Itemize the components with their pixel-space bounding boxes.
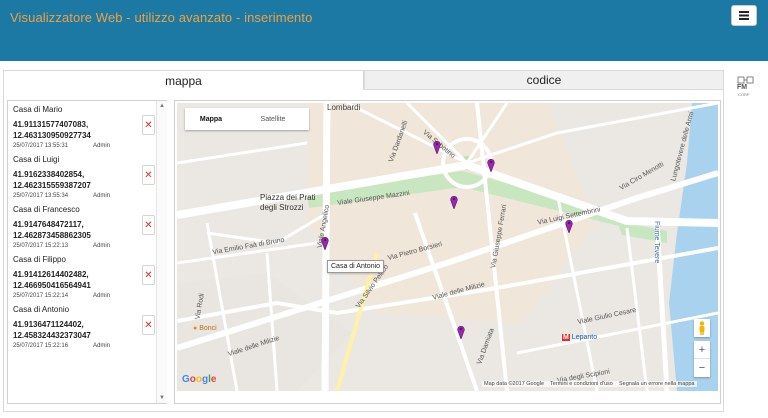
location-date: 25/07/2017 15:22:14 [13,293,69,299]
close-icon: ✕ [144,219,153,231]
poi-lepanto-label: Lepanto [571,334,598,341]
map-type-satellite[interactable]: Satellite [237,108,309,130]
delete-button[interactable]: ✕ [142,115,155,135]
close-icon: ✕ [144,319,153,331]
location-name: Casa di Filippo [13,255,66,264]
map-pin-antonio[interactable] [321,236,329,250]
location-date: 25/07/2017 13:55:34 [13,193,69,199]
location-user: Admin [93,143,111,149]
delete-button[interactable]: ✕ [142,265,155,285]
location-coords: 41.9162338402854, 12.462315559387207 [13,170,91,190]
scroll-up-icon[interactable]: ▲ [159,103,165,109]
map-type-control: Mappa Satellite [185,108,309,130]
menu-button[interactable] [731,5,757,26]
zoom-in-button[interactable]: + [694,341,710,359]
location-user: Admin [93,343,111,349]
list-item: Casa di Francesco 41.9147648472117, 12.4… [13,205,155,253]
location-name: Casa di Luigi [13,155,60,164]
street-view-pegman[interactable] [694,319,710,337]
tab-codice[interactable]: codice [364,70,724,90]
marker-tooltip: Casa di Antonio [327,260,385,273]
location-name: Casa di Antonio [13,305,70,314]
locations-list[interactable]: Casa di Mario 41.91131577407083, 12.4631… [7,100,167,404]
location-date: 25/07/2017 15:22:13 [13,243,69,249]
map-pin-mario[interactable] [433,140,441,154]
zoom-out-button[interactable]: − [694,359,710,377]
logo-subtext: CORP [738,92,750,97]
location-date: 25/07/2017 13:55:31 [13,143,69,149]
list-item: Casa di Antonio 41.9136471124402, 12.458… [13,305,155,353]
map-pin[interactable] [457,325,465,339]
delete-button[interactable]: ✕ [142,315,155,335]
location-coords: 41.91412614402482, 12.466950416564941 [13,270,91,290]
map-pin-luigi[interactable] [487,158,495,172]
close-icon: ✕ [144,269,153,281]
map-report-link[interactable]: Segnala un errore nella mappa [619,381,695,387]
poi-lepanto: M Lepanto [562,334,598,341]
poi-bonci-label: Bonci [199,325,217,332]
place-label-piazza: Piazza dei Prati degli Strozzi [260,193,316,212]
map-pin-francesco[interactable] [450,195,458,209]
hamburger-menu-icon [739,11,749,20]
map-terms-link[interactable]: Termini e condizioni d'uso [550,381,613,387]
app-title: Visualizzatore Web - utilizzo avanzato -… [10,10,313,25]
delete-button[interactable]: ✕ [142,215,155,235]
logo-text: FM [737,84,748,91]
list-scrollbar[interactable]: ▲ ▼ [156,101,167,403]
location-user: Admin [93,243,111,249]
google-logo: Google [182,374,217,385]
list-item: Casa di Luigi 41.9162338402854, 12.46231… [13,155,155,203]
tab-mappa[interactable]: mappa [3,70,364,90]
map-pin-filippo[interactable] [565,219,573,233]
map-data-text: Map data ©2017 Google [484,381,545,387]
location-date: 25/07/2017 15:22:16 [13,343,69,349]
location-coords: 41.9147648472117, 12.462873458862305 [13,220,91,240]
location-coords: 41.9136471124402, 12.458324432373047 [13,320,91,340]
poi-bonci: ● Bonci [193,325,217,332]
close-icon: ✕ [144,119,153,131]
location-user: Admin [93,293,111,299]
location-name: Casa di Mario [13,105,63,114]
tab-bar: mappa codice [3,70,724,90]
map-canvas[interactable]: Mappa Satellite Lombardi Piazza dei Prat… [177,103,718,391]
app-header: Visualizzatore Web - utilizzo avanzato -… [0,0,768,61]
zoom-control: + − [694,341,710,377]
list-item: Casa di Mario 41.91131577407083, 12.4631… [13,105,155,153]
place-label-tevere: Fiume Tevere [653,221,660,264]
location-user: Admin [93,193,111,199]
scroll-down-icon[interactable]: ▼ [159,395,165,401]
pegman-icon [699,321,705,335]
fm-corp-logo: FM CORP [737,76,755,98]
close-icon: ✕ [144,169,153,181]
delete-button[interactable]: ✕ [142,165,155,185]
location-name: Casa di Francesco [13,205,80,214]
location-coords: 41.91131577407083, 12.463130950927734 [13,120,91,140]
map-attribution: Map data ©2017 Google Termini e condizio… [482,381,697,387]
list-item: Casa di Filippo 41.91412614402482, 12.46… [13,255,155,303]
map-type-mappa[interactable]: Mappa [185,108,237,130]
place-label-lombardi: Lombardi [327,103,361,112]
